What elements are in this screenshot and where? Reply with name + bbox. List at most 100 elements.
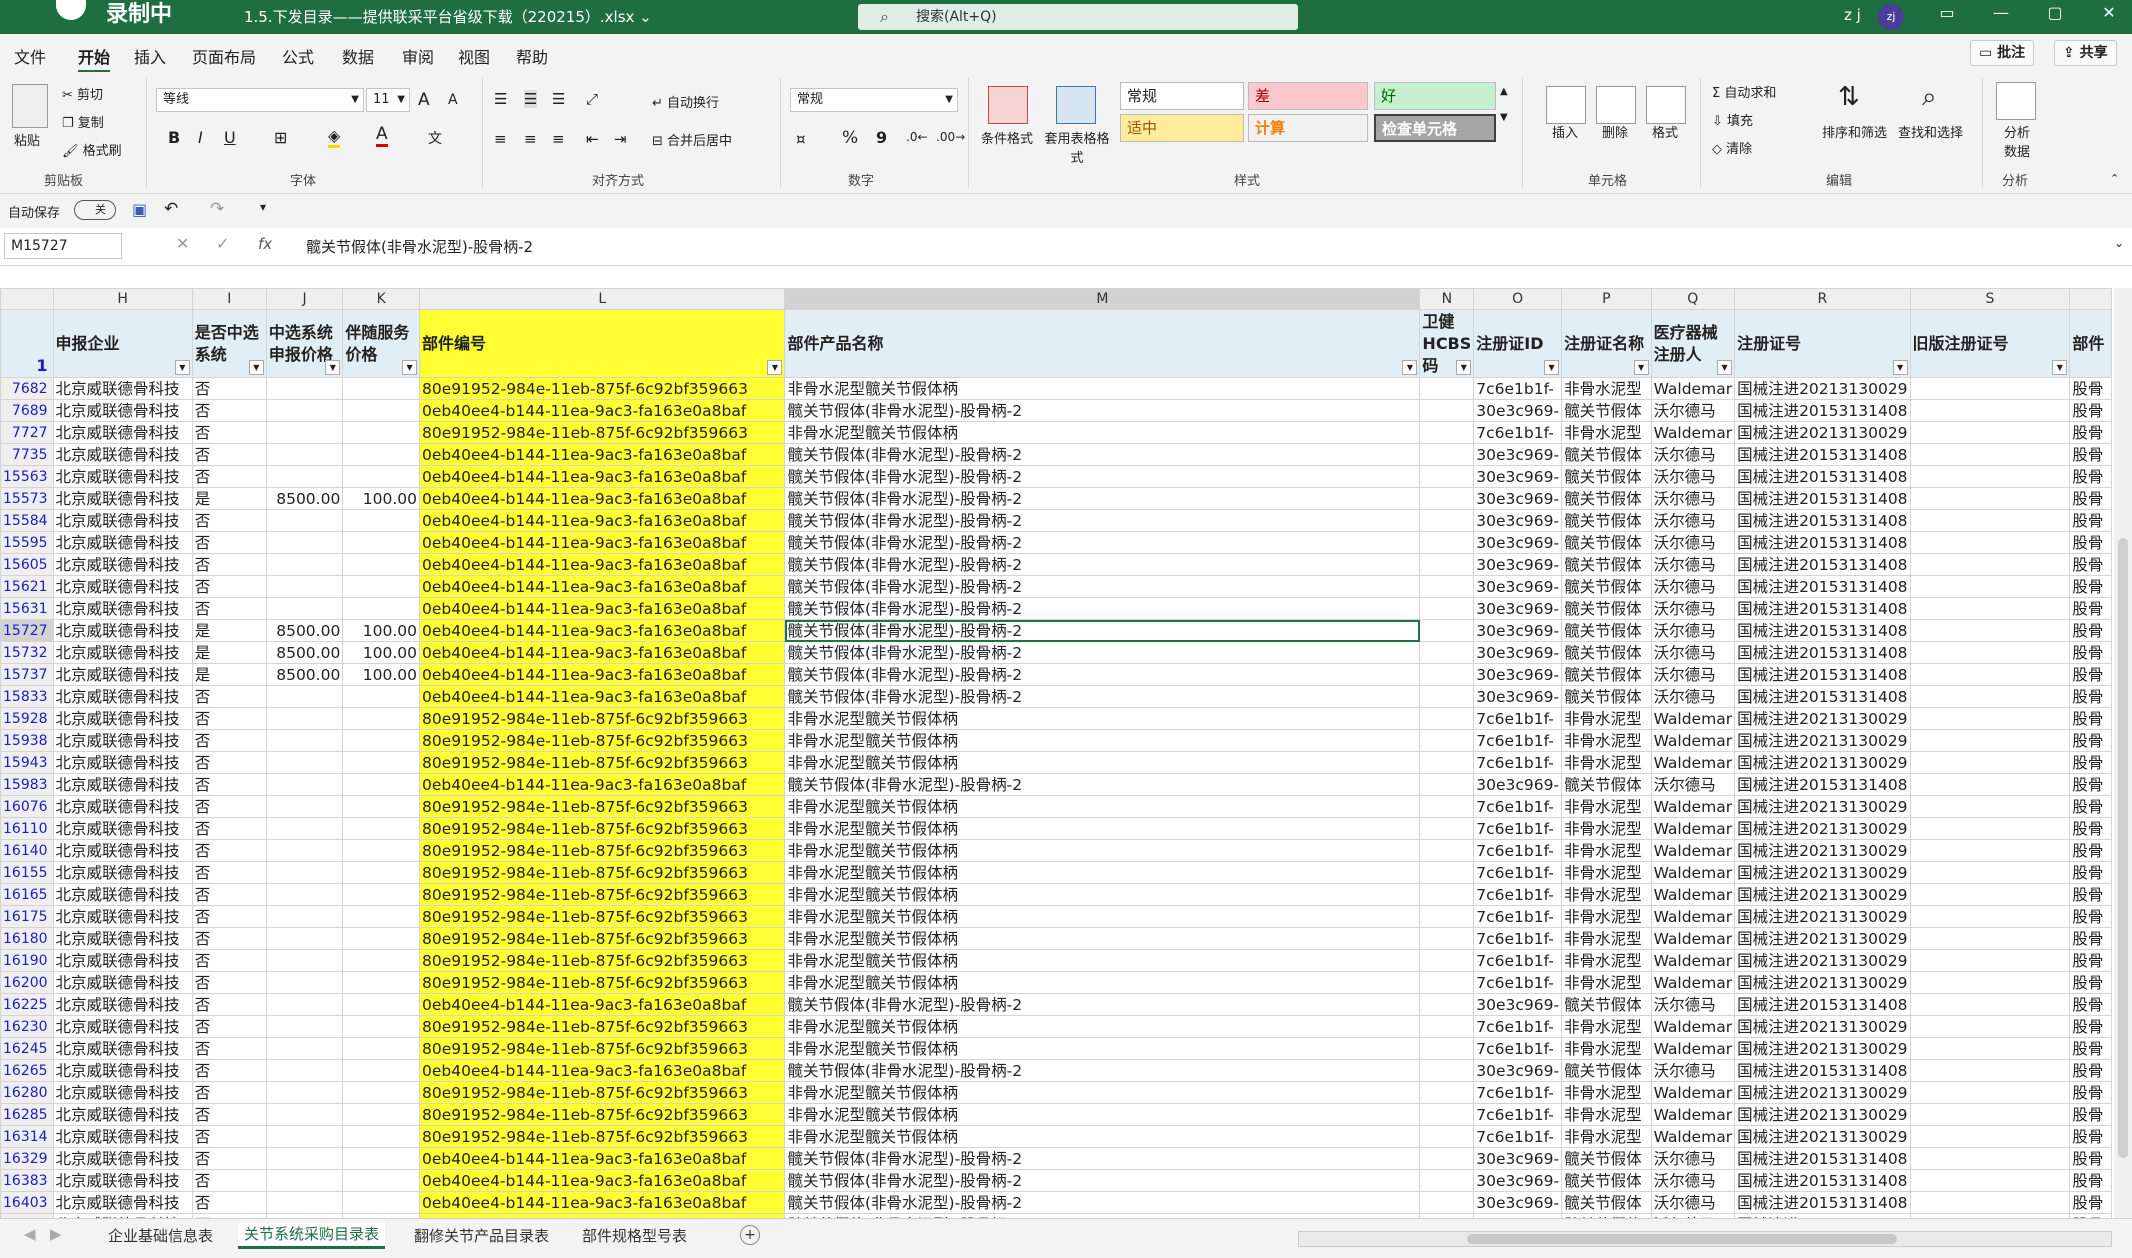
hcbs-cell[interactable] (1419, 861, 1475, 884)
old-reg-no-cell[interactable] (1909, 1191, 2071, 1214)
service-price-cell[interactable] (342, 883, 421, 906)
company-cell[interactable]: 北京威联德骨科技 (52, 927, 193, 950)
reg-name-cell[interactable]: 髋关节假体 (1561, 575, 1652, 598)
reg-no-cell[interactable]: 国械注进20153131408 (1734, 553, 1911, 576)
reg-name-cell[interactable]: 非骨水泥型 (1561, 1081, 1652, 1104)
selected-flag-cell[interactable]: 否 (191, 531, 267, 554)
component-cell[interactable]: 股骨 (2069, 839, 2112, 862)
reg-id-cell[interactable]: 30e3c969- (1473, 685, 1563, 708)
registrant-cell[interactable]: 沃尔德马 (1650, 1169, 1736, 1192)
reg-no-cell[interactable]: 国械注进20213130029 (1734, 905, 1911, 928)
reg-no-cell[interactable]: 国械注进20213130029 (1734, 1081, 1911, 1104)
avatar[interactable]: zj (1878, 4, 1904, 30)
style-neutral[interactable]: 适中 (1120, 114, 1244, 142)
company-cell[interactable]: 北京威联德骨科技 (52, 509, 193, 532)
hcbs-cell[interactable] (1419, 575, 1475, 598)
reg-id-cell[interactable]: 30e3c969- (1473, 443, 1563, 466)
old-reg-no-cell[interactable] (1909, 531, 2071, 554)
row-header[interactable]: 15732 (0, 641, 54, 664)
company-cell[interactable]: 北京威联德骨科技 (52, 377, 193, 400)
row-header[interactable]: 15605 (0, 553, 54, 576)
part-code-cell[interactable]: 0eb40ee4-b144-11ea-9ac3-fa163e0a8baf (419, 575, 786, 598)
reg-no-cell[interactable]: 国械注进20153131408 (1734, 641, 1911, 664)
undo-icon[interactable]: ↶ (164, 199, 178, 219)
price-cell[interactable] (265, 861, 344, 884)
registrant-cell[interactable]: 沃尔德马 (1650, 575, 1736, 598)
hcbs-cell[interactable] (1419, 443, 1475, 466)
selected-flag-cell[interactable]: 否 (191, 971, 267, 994)
reg-no-cell[interactable]: 国械注进20153131408 (1734, 1191, 1911, 1214)
registrant-cell[interactable]: Waldemar (1650, 839, 1736, 862)
paste-button[interactable]: 粘贴 (14, 130, 40, 149)
reg-name-cell[interactable]: 髋关节假体 (1561, 399, 1652, 422)
component-cell[interactable]: 股骨 (2069, 773, 2112, 796)
name-box[interactable]: M15727 (4, 233, 122, 259)
row-header[interactable]: 16285 (0, 1103, 54, 1126)
copy-button[interactable]: ❐ 复制 (62, 112, 104, 131)
column-header[interactable]: R (1734, 288, 1911, 310)
selected-flag-cell[interactable]: 否 (191, 399, 267, 422)
company-cell[interactable]: 北京威联德骨科技 (52, 905, 193, 928)
part-code-cell[interactable]: 80e91952-984e-11eb-875f-6c92bf359663 (419, 905, 786, 928)
part-name-cell[interactable]: 非骨水泥型髋关节假体柄 (784, 949, 1421, 972)
service-price-cell[interactable] (342, 905, 421, 928)
reg-name-cell[interactable]: 髋关节假体 (1561, 993, 1652, 1016)
service-price-cell[interactable] (342, 971, 421, 994)
reg-id-cell[interactable]: 7c6e1b1f- (1473, 861, 1563, 884)
service-price-cell[interactable] (342, 773, 421, 796)
registrant-cell[interactable]: Waldemar (1650, 861, 1736, 884)
service-price-cell[interactable] (342, 509, 421, 532)
company-cell[interactable]: 北京威联德骨科技 (52, 663, 193, 686)
selected-flag-cell[interactable]: 是 (191, 641, 267, 664)
selected-flag-cell[interactable]: 是 (191, 487, 267, 510)
registrant-cell[interactable]: Waldemar (1650, 377, 1736, 400)
price-cell[interactable] (265, 795, 344, 818)
align-right-icon[interactable]: ≡ (552, 130, 565, 148)
service-price-cell[interactable] (342, 707, 421, 730)
reg-name-cell[interactable]: 髋关节假体 (1561, 443, 1652, 466)
selected-flag-cell[interactable]: 否 (191, 575, 267, 598)
service-price-cell[interactable] (342, 377, 421, 400)
reg-id-cell[interactable]: 30e3c969- (1473, 487, 1563, 510)
component-cell[interactable]: 股骨 (2069, 1081, 2112, 1104)
company-cell[interactable]: 北京威联德骨科技 (52, 619, 193, 642)
delete-cells-button[interactable]: 删除 (1602, 122, 1628, 141)
reg-no-cell[interactable]: 国械注进20213130029 (1734, 949, 1911, 972)
hcbs-cell[interactable] (1419, 1015, 1475, 1038)
service-price-cell[interactable] (342, 1147, 421, 1170)
collapse-ribbon-icon[interactable]: ⌃ (2110, 172, 2119, 185)
italic-button[interactable]: I (198, 128, 203, 147)
reg-name-cell[interactable]: 非骨水泥型 (1561, 729, 1652, 752)
selected-flag-cell[interactable]: 是 (191, 619, 267, 642)
part-code-cell[interactable]: 0eb40ee4-b144-11ea-9ac3-fa163e0a8baf (419, 465, 786, 488)
align-middle-icon[interactable]: ☰ (524, 90, 538, 108)
component-cell[interactable]: 股骨 (2069, 707, 2112, 730)
part-code-cell[interactable]: 80e91952-984e-11eb-875f-6c92bf359663 (419, 971, 786, 994)
registrant-cell[interactable]: 沃尔德马 (1650, 663, 1736, 686)
insert-cells-button[interactable]: 插入 (1552, 122, 1578, 141)
old-reg-no-cell[interactable] (1909, 377, 2071, 400)
company-cell[interactable]: 北京威联德骨科技 (52, 597, 193, 620)
price-cell[interactable] (265, 927, 344, 950)
window-title[interactable]: 1.5.下发目录——提供联采平台省级下载（220215）.xlsx ⌄ (244, 6, 652, 27)
reg-id-cell[interactable]: 30e3c969- (1473, 1191, 1563, 1214)
selected-flag-cell[interactable]: 否 (191, 795, 267, 818)
align-left-icon[interactable]: ≡ (494, 130, 507, 148)
reg-no-cell[interactable]: 国械注进20213130029 (1734, 1015, 1911, 1038)
close-button[interactable]: ✕ (2094, 3, 2124, 22)
style-normal[interactable]: 常规 (1120, 82, 1244, 110)
row-header[interactable]: 7727 (0, 421, 54, 444)
service-price-cell[interactable] (342, 795, 421, 818)
part-code-cell[interactable]: 80e91952-984e-11eb-875f-6c92bf359663 (419, 1015, 786, 1038)
reg-no-cell[interactable]: 国械注进20213130029 (1734, 1037, 1911, 1060)
service-price-cell[interactable] (342, 927, 421, 950)
reg-name-cell[interactable]: 髋关节假体 (1561, 531, 1652, 554)
price-cell[interactable] (265, 1169, 344, 1192)
selected-flag-cell[interactable]: 否 (191, 927, 267, 950)
reg-name-cell[interactable]: 非骨水泥型 (1561, 949, 1652, 972)
price-cell[interactable] (265, 421, 344, 444)
registrant-cell[interactable]: Waldemar (1650, 729, 1736, 752)
reg-name-cell[interactable]: 非骨水泥型 (1561, 905, 1652, 928)
old-reg-no-cell[interactable] (1909, 861, 2071, 884)
part-code-cell[interactable]: 80e91952-984e-11eb-875f-6c92bf359663 (419, 421, 786, 444)
